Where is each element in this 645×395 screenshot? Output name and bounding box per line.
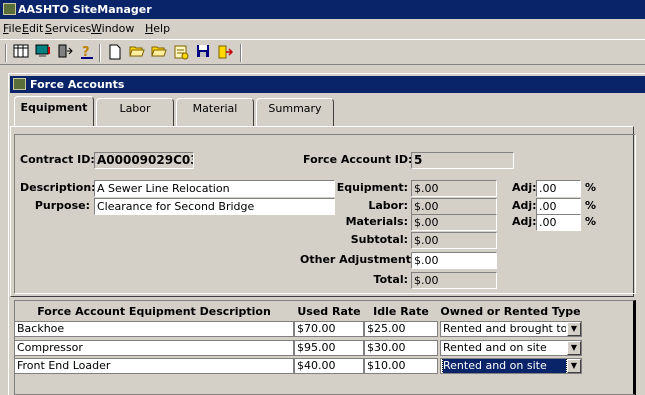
description-field[interactable]: A Sewer Line Relocation bbox=[94, 180, 335, 197]
table-row-idle-rate[interactable]: $25.00 bbox=[364, 321, 438, 337]
type-dropdown[interactable]: Rented and on site ▼ bbox=[440, 340, 582, 356]
window-title: Force Accounts bbox=[30, 78, 125, 91]
open-folder-icon[interactable] bbox=[128, 44, 146, 62]
percent-label: % bbox=[585, 199, 597, 212]
force-account-id-field: 5 bbox=[411, 152, 514, 169]
adj-labor-field[interactable]: .00 bbox=[536, 198, 581, 215]
type-dropdown-value: Rented and brought to site bbox=[443, 322, 566, 335]
window-title-bar: Force Accounts bbox=[10, 76, 645, 93]
app-title: AASHTO SiteManager bbox=[18, 3, 152, 16]
adj-labor-label: Adj: bbox=[512, 199, 537, 212]
app-title-bar: AASHTO SiteManager bbox=[0, 0, 645, 19]
contract-id-field: A00009029C03 bbox=[94, 152, 194, 169]
table-row-description[interactable]: Front End Loader bbox=[14, 358, 294, 374]
subtotal-label: Subtotal: bbox=[350, 233, 408, 246]
materials-cost-label: Materials: bbox=[345, 215, 408, 228]
monitor-icon[interactable] bbox=[34, 44, 52, 62]
column-header-idle-rate[interactable]: Idle Rate bbox=[364, 303, 438, 320]
grid-icon[interactable] bbox=[12, 44, 30, 62]
open-folder-alt-icon[interactable] bbox=[150, 44, 168, 62]
save-disk-icon[interactable] bbox=[194, 44, 212, 62]
tab-label: Equipment bbox=[20, 101, 88, 114]
force-account-id-label: Force Account ID: bbox=[303, 153, 413, 166]
tab-summary[interactable]: Summary bbox=[256, 98, 334, 126]
table-row-idle-rate[interactable]: $10.00 bbox=[364, 358, 438, 374]
materials-cost-field: $.00 bbox=[411, 214, 497, 231]
window-icon bbox=[13, 78, 26, 90]
table-row-used-rate[interactable]: $70.00 bbox=[294, 321, 364, 337]
chevron-down-icon[interactable]: ▼ bbox=[567, 341, 581, 355]
percent-label: % bbox=[585, 181, 597, 194]
column-header-description[interactable]: Force Account Equipment Description bbox=[14, 303, 294, 320]
chevron-down-icon[interactable]: ▼ bbox=[567, 359, 581, 373]
menu-services[interactable]: Services bbox=[45, 20, 91, 38]
labor-cost-label: Labor: bbox=[368, 199, 408, 212]
adj-materials-field[interactable]: .00 bbox=[536, 214, 581, 231]
toolbar: ? bbox=[0, 39, 645, 65]
description-label: Description: bbox=[20, 181, 96, 194]
exit-icon[interactable] bbox=[216, 44, 234, 62]
exit-door-icon[interactable] bbox=[56, 44, 74, 62]
table-row-used-rate[interactable]: $40.00 bbox=[294, 358, 364, 374]
other-adjustment-field[interactable]: $.00 bbox=[411, 252, 497, 269]
percent-label: % bbox=[585, 215, 597, 228]
table-row-description[interactable]: Backhoe bbox=[14, 321, 294, 337]
subtotal-field: $.00 bbox=[411, 232, 497, 249]
tab-labor[interactable]: Labor bbox=[96, 98, 174, 126]
new-document-icon[interactable] bbox=[106, 44, 124, 62]
tab-material[interactable]: Material bbox=[176, 98, 254, 126]
tab-equipment[interactable]: Equipment bbox=[14, 96, 94, 126]
type-dropdown-value: Rented and on site bbox=[443, 341, 547, 354]
toolbar-separator bbox=[240, 44, 242, 62]
app-icon bbox=[3, 3, 16, 15]
toolbar-separator bbox=[99, 44, 101, 62]
purpose-field[interactable]: Clearance for Second Bridge bbox=[94, 198, 335, 215]
type-dropdown[interactable]: Rented and brought to site ▼ bbox=[440, 321, 582, 337]
contract-id-label: Contract ID: bbox=[20, 153, 95, 166]
tab-label: Labor bbox=[119, 102, 151, 115]
adj-equipment-label: Adj: bbox=[512, 181, 537, 194]
chevron-down-icon[interactable]: ▼ bbox=[567, 322, 581, 336]
column-header-used-rate[interactable]: Used Rate bbox=[294, 303, 364, 320]
tab-label: Material bbox=[192, 102, 238, 115]
table-row-description[interactable]: Compressor bbox=[14, 340, 294, 356]
labor-cost-field: $.00 bbox=[411, 198, 497, 215]
menu-file[interactable]: File bbox=[3, 20, 21, 38]
total-label: Total: bbox=[373, 273, 408, 286]
total-field: $.00 bbox=[411, 272, 497, 289]
adj-equipment-field[interactable]: .00 bbox=[536, 180, 581, 197]
table-row-used-rate[interactable]: $95.00 bbox=[294, 340, 364, 356]
equipment-cost-label: Equipment: bbox=[336, 181, 408, 194]
type-dropdown[interactable]: Rented and on site ▼ bbox=[440, 358, 582, 374]
other-adjustment-label: Other Adjustment: bbox=[300, 253, 416, 266]
menu-bar: File Edit Services Window Help bbox=[0, 20, 645, 38]
purpose-label: Purpose: bbox=[34, 199, 90, 212]
tab-label: Summary bbox=[268, 102, 322, 115]
help-icon[interactable]: ? bbox=[78, 44, 96, 62]
notes-icon[interactable] bbox=[172, 44, 190, 62]
adj-materials-label: Adj: bbox=[512, 215, 537, 228]
equipment-cost-field: $.00 bbox=[411, 180, 497, 197]
toolbar-separator bbox=[5, 44, 7, 62]
menu-help[interactable]: Help bbox=[145, 20, 170, 38]
table-row-idle-rate[interactable]: $30.00 bbox=[364, 340, 438, 356]
column-header-type[interactable]: Owned or Rented Type bbox=[438, 303, 583, 320]
type-dropdown-value: Rented and on site bbox=[442, 359, 567, 373]
menu-edit[interactable]: Edit bbox=[22, 20, 43, 38]
menu-window[interactable]: Window bbox=[91, 20, 134, 38]
